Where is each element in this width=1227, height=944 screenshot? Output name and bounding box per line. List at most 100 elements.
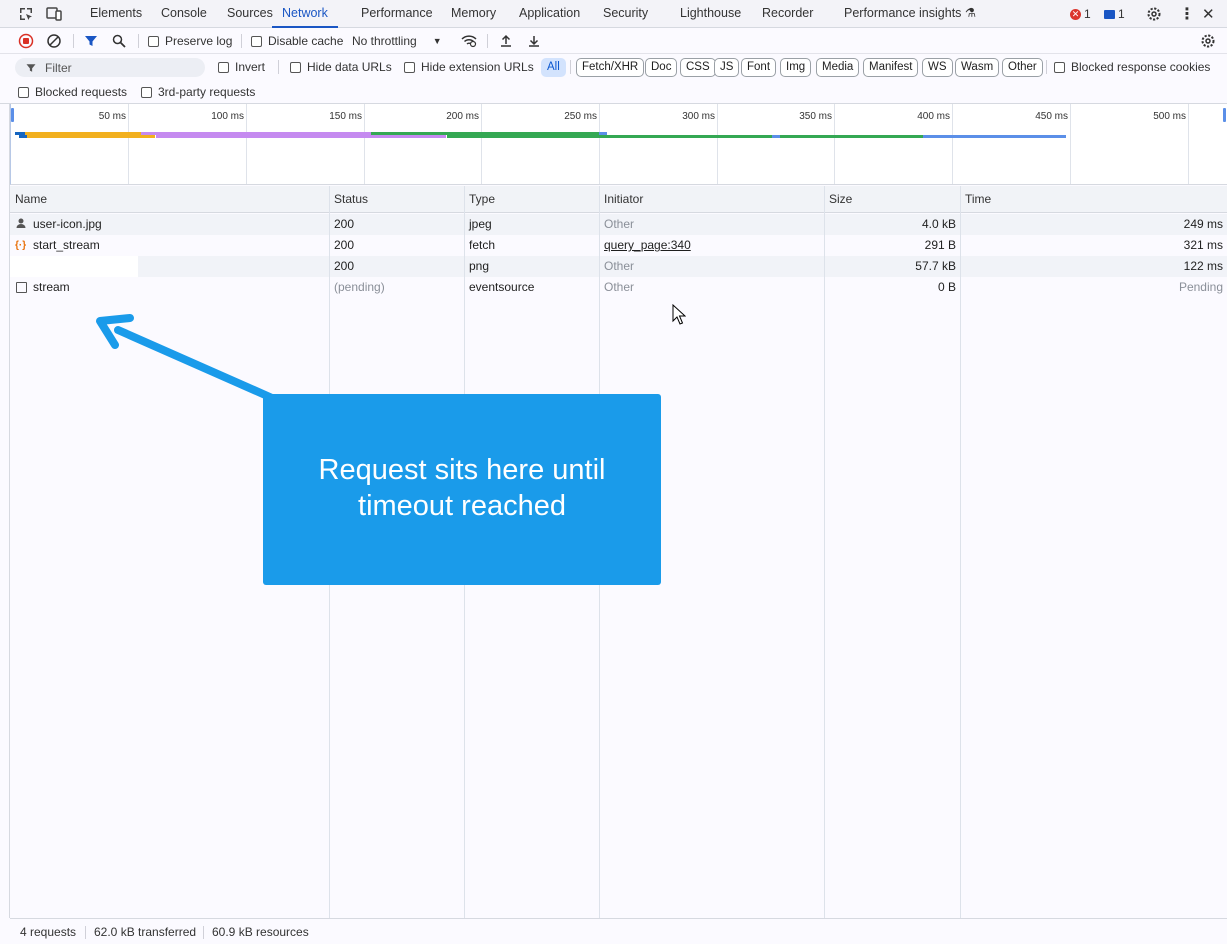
message-badge[interactable]: 1 <box>1104 0 1125 28</box>
close-devtools-icon[interactable]: ✕ <box>1202 0 1215 28</box>
mouse-cursor-icon <box>672 304 686 325</box>
overview-bar <box>156 135 446 138</box>
overview-bar <box>27 135 155 138</box>
status-bar: 4 requests 62.0 kB transferred 60.9 kB r… <box>10 918 1227 944</box>
overview-bar <box>447 135 772 138</box>
request-type: png <box>469 259 490 273</box>
redacted-name-cell <box>10 256 138 277</box>
filter-type-ws[interactable]: WS <box>922 58 953 77</box>
disable-cache-checkbox[interactable]: Disable cache <box>251 32 343 50</box>
column-header-status[interactable]: Status <box>329 186 368 213</box>
hide-data-urls-checkbox[interactable]: Hide data URLs <box>290 58 392 76</box>
table-row[interactable]: {·} start_stream 200 fetch query_page:34… <box>10 235 1227 256</box>
tab-performance[interactable]: Performance <box>361 0 433 28</box>
flask-icon: ⚗ <box>964 6 977 20</box>
throttling-select[interactable]: No throttling ▼ <box>352 32 442 50</box>
network-settings-gear-icon[interactable] <box>1200 32 1216 50</box>
request-status: 200 <box>334 238 355 252</box>
more-options-icon[interactable]: ⋮ <box>1179 0 1195 28</box>
error-badge[interactable]: ✕ 1 <box>1070 0 1091 28</box>
column-header-initiator[interactable]: Initiator <box>599 186 643 213</box>
tab-application[interactable]: Application <box>519 0 580 28</box>
hide-extension-urls-checkbox[interactable]: Hide extension URLs <box>404 58 534 76</box>
table-row[interactable]: user-icon.jpg 200 jpeg Other 4.0 kB 249 … <box>10 214 1227 235</box>
blocked-response-cookies-checkbox[interactable]: Blocked response cookies <box>1054 58 1210 76</box>
request-status: 200 <box>334 217 355 231</box>
throttling-value: No throttling <box>352 34 417 48</box>
filter-type-font[interactable]: Font <box>741 58 777 77</box>
dropdown-arrow-icon: ▼ <box>432 36 442 46</box>
timeline-tick: 150 ms <box>329 111 362 122</box>
overview-bar <box>19 135 27 138</box>
tab-security[interactable]: Security <box>603 0 648 28</box>
filter-type-fetch-xhr[interactable]: Fetch/XHR <box>576 58 645 77</box>
filter-type-media[interactable]: Media <box>816 58 860 77</box>
network-overview[interactable]: 50 ms 100 ms 150 ms 200 ms 250 ms 300 ms… <box>10 104 1227 185</box>
devtools-tab-bar: Elements Console Sources Network Perform… <box>0 0 1227 28</box>
tab-recorder[interactable]: Recorder <box>762 0 813 28</box>
request-time: 122 ms <box>1183 259 1223 273</box>
filter-type-doc[interactable]: Doc <box>645 58 678 77</box>
settings-gear-icon[interactable] <box>1146 0 1162 28</box>
filter-type-all[interactable]: All <box>541 58 566 77</box>
filter-type-other[interactable]: Other <box>1002 58 1043 77</box>
filter-input[interactable]: Filter <box>15 58 205 77</box>
request-type: fetch <box>469 238 496 252</box>
tab-sources[interactable]: Sources <box>227 0 273 28</box>
checkbox-icon <box>141 86 152 98</box>
tab-memory[interactable]: Memory <box>451 0 496 28</box>
filter-type-js[interactable]: JS <box>714 58 740 77</box>
stop-recording-icon[interactable] <box>18 32 34 50</box>
request-time: Pending <box>1178 280 1223 294</box>
overview-handle-left[interactable] <box>11 108 14 122</box>
resources-size: 60.9 kB resources <box>212 925 309 939</box>
preserve-log-checkbox[interactable]: Preserve log <box>148 32 232 50</box>
invert-checkbox[interactable]: Invert <box>218 58 265 76</box>
column-divider[interactable] <box>824 186 825 918</box>
request-name: stream <box>33 280 70 294</box>
inspect-element-icon[interactable] <box>17 5 35 23</box>
network-conditions-icon[interactable] <box>460 32 478 50</box>
column-header-type[interactable]: Type <box>464 186 495 213</box>
checkbox-icon <box>290 61 301 73</box>
disable-cache-label: Disable cache <box>268 34 344 48</box>
filter-type-wasm[interactable]: Wasm <box>955 58 1000 77</box>
annotation-text: Request sits here until timeout reached <box>318 454 606 522</box>
overview-bar <box>780 135 923 138</box>
tab-network[interactable]: Network <box>272 0 338 28</box>
column-header-size[interactable]: Size <box>824 186 852 213</box>
tab-elements[interactable]: Elements <box>90 0 142 28</box>
filter-type-img[interactable]: Img <box>780 58 812 77</box>
overview-bar <box>599 132 607 135</box>
transferred-size: 62.0 kB transferred <box>94 925 197 939</box>
tab-lighthouse[interactable]: Lighthouse <box>680 0 741 28</box>
table-row[interactable]: stream (pending) eventsource Other 0 B P… <box>10 277 1227 298</box>
device-toolbar-icon[interactable] <box>45 5 63 23</box>
column-divider[interactable] <box>960 186 961 918</box>
blocked-requests-checkbox[interactable]: Blocked requests <box>18 83 127 101</box>
request-initiator-link[interactable]: query_page:340 <box>604 235 691 256</box>
search-icon[interactable] <box>111 32 127 50</box>
third-party-requests-checkbox[interactable]: 3rd-party requests <box>141 83 255 101</box>
document-icon <box>16 282 27 293</box>
invert-label: Invert <box>235 60 266 74</box>
tab-performance-insights[interactable]: Performance insights ⚗ <box>844 0 976 28</box>
timeline-tick: 400 ms <box>917 111 950 122</box>
clear-icon[interactable] <box>46 32 62 50</box>
tab-console[interactable]: Console <box>161 0 207 28</box>
filter-funnel-icon[interactable] <box>83 32 99 50</box>
filter-type-css[interactable]: CSS <box>680 58 716 77</box>
overview-handle-right[interactable] <box>1223 108 1226 122</box>
blocked-requests-label: Blocked requests <box>35 85 128 99</box>
checkbox-icon <box>404 61 415 73</box>
filter-funnel-icon <box>26 63 36 72</box>
filter-type-manifest[interactable]: Manifest <box>863 58 919 77</box>
table-row[interactable]: 200 png Other 57.7 kB 122 ms <box>10 256 1227 277</box>
column-header-time[interactable]: Time <box>960 186 991 213</box>
import-har-icon[interactable] <box>498 32 514 50</box>
left-gutter <box>0 104 10 918</box>
overview-bar <box>923 135 1066 138</box>
request-size: 57.7 kB <box>915 259 956 273</box>
column-header-name[interactable]: Name <box>10 186 47 213</box>
export-har-icon[interactable] <box>526 32 542 50</box>
